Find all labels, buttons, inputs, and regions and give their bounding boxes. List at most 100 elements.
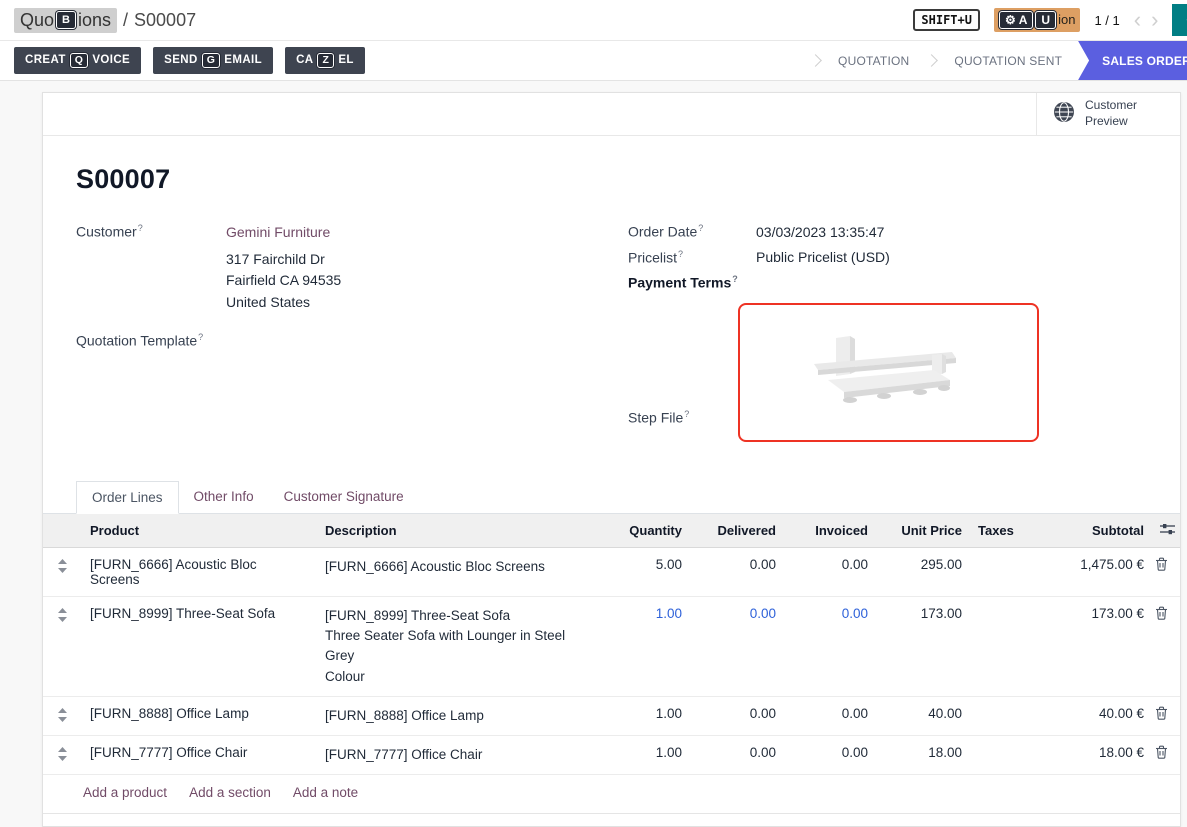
column-header-quantity[interactable]: Quantity (606, 514, 690, 548)
table-row[interactable]: [FURN_6666] Acoustic Bloc Screens [FURN_… (43, 547, 1181, 596)
cell-delivered[interactable]: 0.00 (690, 736, 784, 775)
cell-invoiced[interactable]: 0.00 (784, 696, 876, 735)
cell-delivered[interactable]: 0.00 (690, 547, 784, 596)
pager-next-icon[interactable]: › (1151, 9, 1158, 31)
cell-subtotal: 1,475.00 € (1020, 547, 1152, 596)
pricelist-label: Pricelist? (628, 249, 756, 266)
customer-label: Customer? (76, 223, 226, 240)
send-email-button[interactable]: SENDGEMAIL (153, 47, 273, 75)
cell-quantity[interactable]: 5.00 (606, 547, 690, 596)
new-button[interactable]: Cl (1172, 4, 1187, 36)
cell-unit-price[interactable]: 18.00 (876, 736, 970, 775)
cell-invoiced[interactable]: 0.00 (784, 596, 876, 696)
cell-unit-price[interactable]: 40.00 (876, 696, 970, 735)
cell-subtotal: 173.00 € (1020, 596, 1152, 696)
column-header-delivered[interactable]: Delivered (690, 514, 784, 548)
drag-handle-icon[interactable] (43, 596, 81, 696)
order-date-label: Order Date? (628, 223, 756, 240)
cell-quantity[interactable]: 1.00 (606, 596, 690, 696)
table-row[interactable]: [FURN_8999] Three-Seat Sofa [FURN_8999] … (43, 596, 1181, 696)
column-header-invoiced[interactable]: Invoiced (784, 514, 876, 548)
status-step-sales-order[interactable]: SALES ORDER (1078, 41, 1187, 80)
cell-product[interactable]: [FURN_7777] Office Chair (81, 736, 317, 775)
cell-delivered[interactable]: 0.00 (690, 596, 784, 696)
delete-row-icon[interactable] (1152, 596, 1181, 696)
smart-button-row: Customer Preview (43, 93, 1180, 136)
step-file-preview[interactable] (738, 303, 1039, 442)
cell-description[interactable]: [FURN_7777] Office Chair (317, 736, 606, 775)
cell-quantity[interactable]: 1.00 (606, 736, 690, 775)
breadcrumb-current: S00007 (134, 10, 196, 31)
gear-icon[interactable]: ⚙A (999, 11, 1033, 29)
pager-prev-icon[interactable]: ‹ (1134, 9, 1141, 31)
status-step-quotation-sent[interactable]: QUOTATION SENT (938, 41, 1078, 80)
cell-description[interactable]: [FURN_8888] Office Lamp (317, 696, 606, 735)
cell-invoiced[interactable]: 0.00 (784, 547, 876, 596)
delete-row-icon[interactable] (1152, 547, 1181, 596)
column-header-taxes[interactable]: Taxes (970, 514, 1020, 548)
tab-other-info[interactable]: Other Info (179, 481, 269, 513)
create-invoice-button[interactable]: CREATQVOICE (14, 47, 141, 75)
add-product-link[interactable]: Add a product (83, 785, 167, 800)
cell-unit-price[interactable]: 295.00 (876, 547, 970, 596)
action-buttons: CREATQVOICE SENDGEMAIL CAZEL (14, 41, 365, 80)
help-icon: ? (684, 409, 689, 419)
add-note-link[interactable]: Add a note (293, 785, 358, 800)
column-header-subtotal[interactable]: Subtotal (1020, 514, 1152, 548)
drag-handle-icon[interactable] (43, 547, 81, 596)
column-header-description[interactable]: Description (317, 514, 606, 548)
table-row[interactable]: [FURN_8888] Office Lamp [FURN_8888] Offi… (43, 696, 1181, 735)
payment-terms-field[interactable]: Payment Terms? (628, 274, 1140, 291)
action-bar: CREATQVOICE SENDGEMAIL CAZEL QUOTATION Q… (0, 41, 1187, 81)
cancel-button[interactable]: CAZEL (285, 47, 365, 75)
sales-order-page: QuoBions / S00007 SHIFT+U ⚙A U ion 1 / 1… (0, 0, 1187, 827)
help-icon: ? (698, 223, 703, 233)
delete-row-icon[interactable] (1152, 696, 1181, 735)
breadcrumb-quotations-link[interactable]: QuoBions (14, 8, 117, 33)
step-file-label: Step File? (628, 409, 738, 426)
help-icon: ? (198, 332, 203, 342)
cell-invoiced[interactable]: 0.00 (784, 736, 876, 775)
drag-handle-icon[interactable] (43, 736, 81, 775)
customer-address: 317 Fairchild Dr Fairfield CA 94535 Unit… (226, 249, 628, 314)
order-lines-table: Product Description Quantity Delivered I… (43, 514, 1181, 776)
breadcrumb-parent-suffix: ions (78, 10, 111, 31)
order-sheet: Customer Preview S00007 Customer? Gemini… (42, 92, 1181, 827)
table-row[interactable]: [FURN_7777] Office Chair [FURN_7777] Off… (43, 736, 1181, 775)
cell-product[interactable]: [FURN_6666] Acoustic Bloc Screens (81, 547, 317, 596)
content-area: Customer Preview S00007 Customer? Gemini… (0, 81, 1187, 827)
customer-value-link[interactable]: Gemini Furniture (226, 224, 330, 240)
cell-description[interactable]: [FURN_6666] Acoustic Bloc Screens (317, 547, 606, 596)
order-date-value[interactable]: 03/03/2023 13:35:47 (756, 224, 884, 240)
status-separator-icon (809, 54, 822, 67)
status-bar: QUOTATION QUOTATION SENT SALES ORDER (809, 41, 1187, 80)
cell-taxes[interactable] (970, 596, 1020, 696)
status-separator-icon (926, 54, 939, 67)
cell-quantity[interactable]: 1.00 (606, 696, 690, 735)
field-grid: Customer? Gemini Furniture 317 Fairchild… (76, 223, 1140, 451)
quotation-template-field[interactable]: Quotation Template? (76, 332, 628, 349)
cell-product[interactable]: [FURN_8888] Office Lamp (81, 696, 317, 735)
cell-description[interactable]: [FURN_8999] Three-Seat Sofa Three Seater… (317, 596, 606, 696)
tab-customer-signature[interactable]: Customer Signature (269, 481, 419, 513)
column-header-unit-price[interactable]: Unit Price (876, 514, 970, 548)
delete-row-icon[interactable] (1152, 736, 1181, 775)
cell-unit-price[interactable]: 173.00 (876, 596, 970, 696)
cell-taxes[interactable] (970, 736, 1020, 775)
customer-preview-button[interactable]: Customer Preview (1036, 93, 1180, 135)
cell-taxes[interactable] (970, 547, 1020, 596)
add-section-link[interactable]: Add a section (189, 785, 271, 800)
topbar-right-controls: SHIFT+U ⚙A U ion 1 / 1 ‹ › Cl (913, 4, 1187, 36)
status-step-quotation[interactable]: QUOTATION (822, 41, 925, 80)
pricelist-value[interactable]: Public Pricelist (USD) (756, 249, 890, 265)
top-bar: QuoBions / S00007 SHIFT+U ⚙A U ion 1 / 1… (0, 0, 1187, 41)
column-header-product[interactable]: Product (81, 514, 317, 548)
optional-columns-icon[interactable] (1152, 514, 1181, 548)
tab-order-lines[interactable]: Order Lines (76, 481, 179, 514)
keyboard-hint-u: U (1035, 11, 1056, 29)
drag-handle-icon[interactable] (43, 696, 81, 735)
cell-delivered[interactable]: 0.00 (690, 696, 784, 735)
cell-product[interactable]: [FURN_8999] Three-Seat Sofa (81, 596, 317, 696)
action-menu-button[interactable]: ⚙A U ion (994, 8, 1080, 32)
cell-taxes[interactable] (970, 696, 1020, 735)
